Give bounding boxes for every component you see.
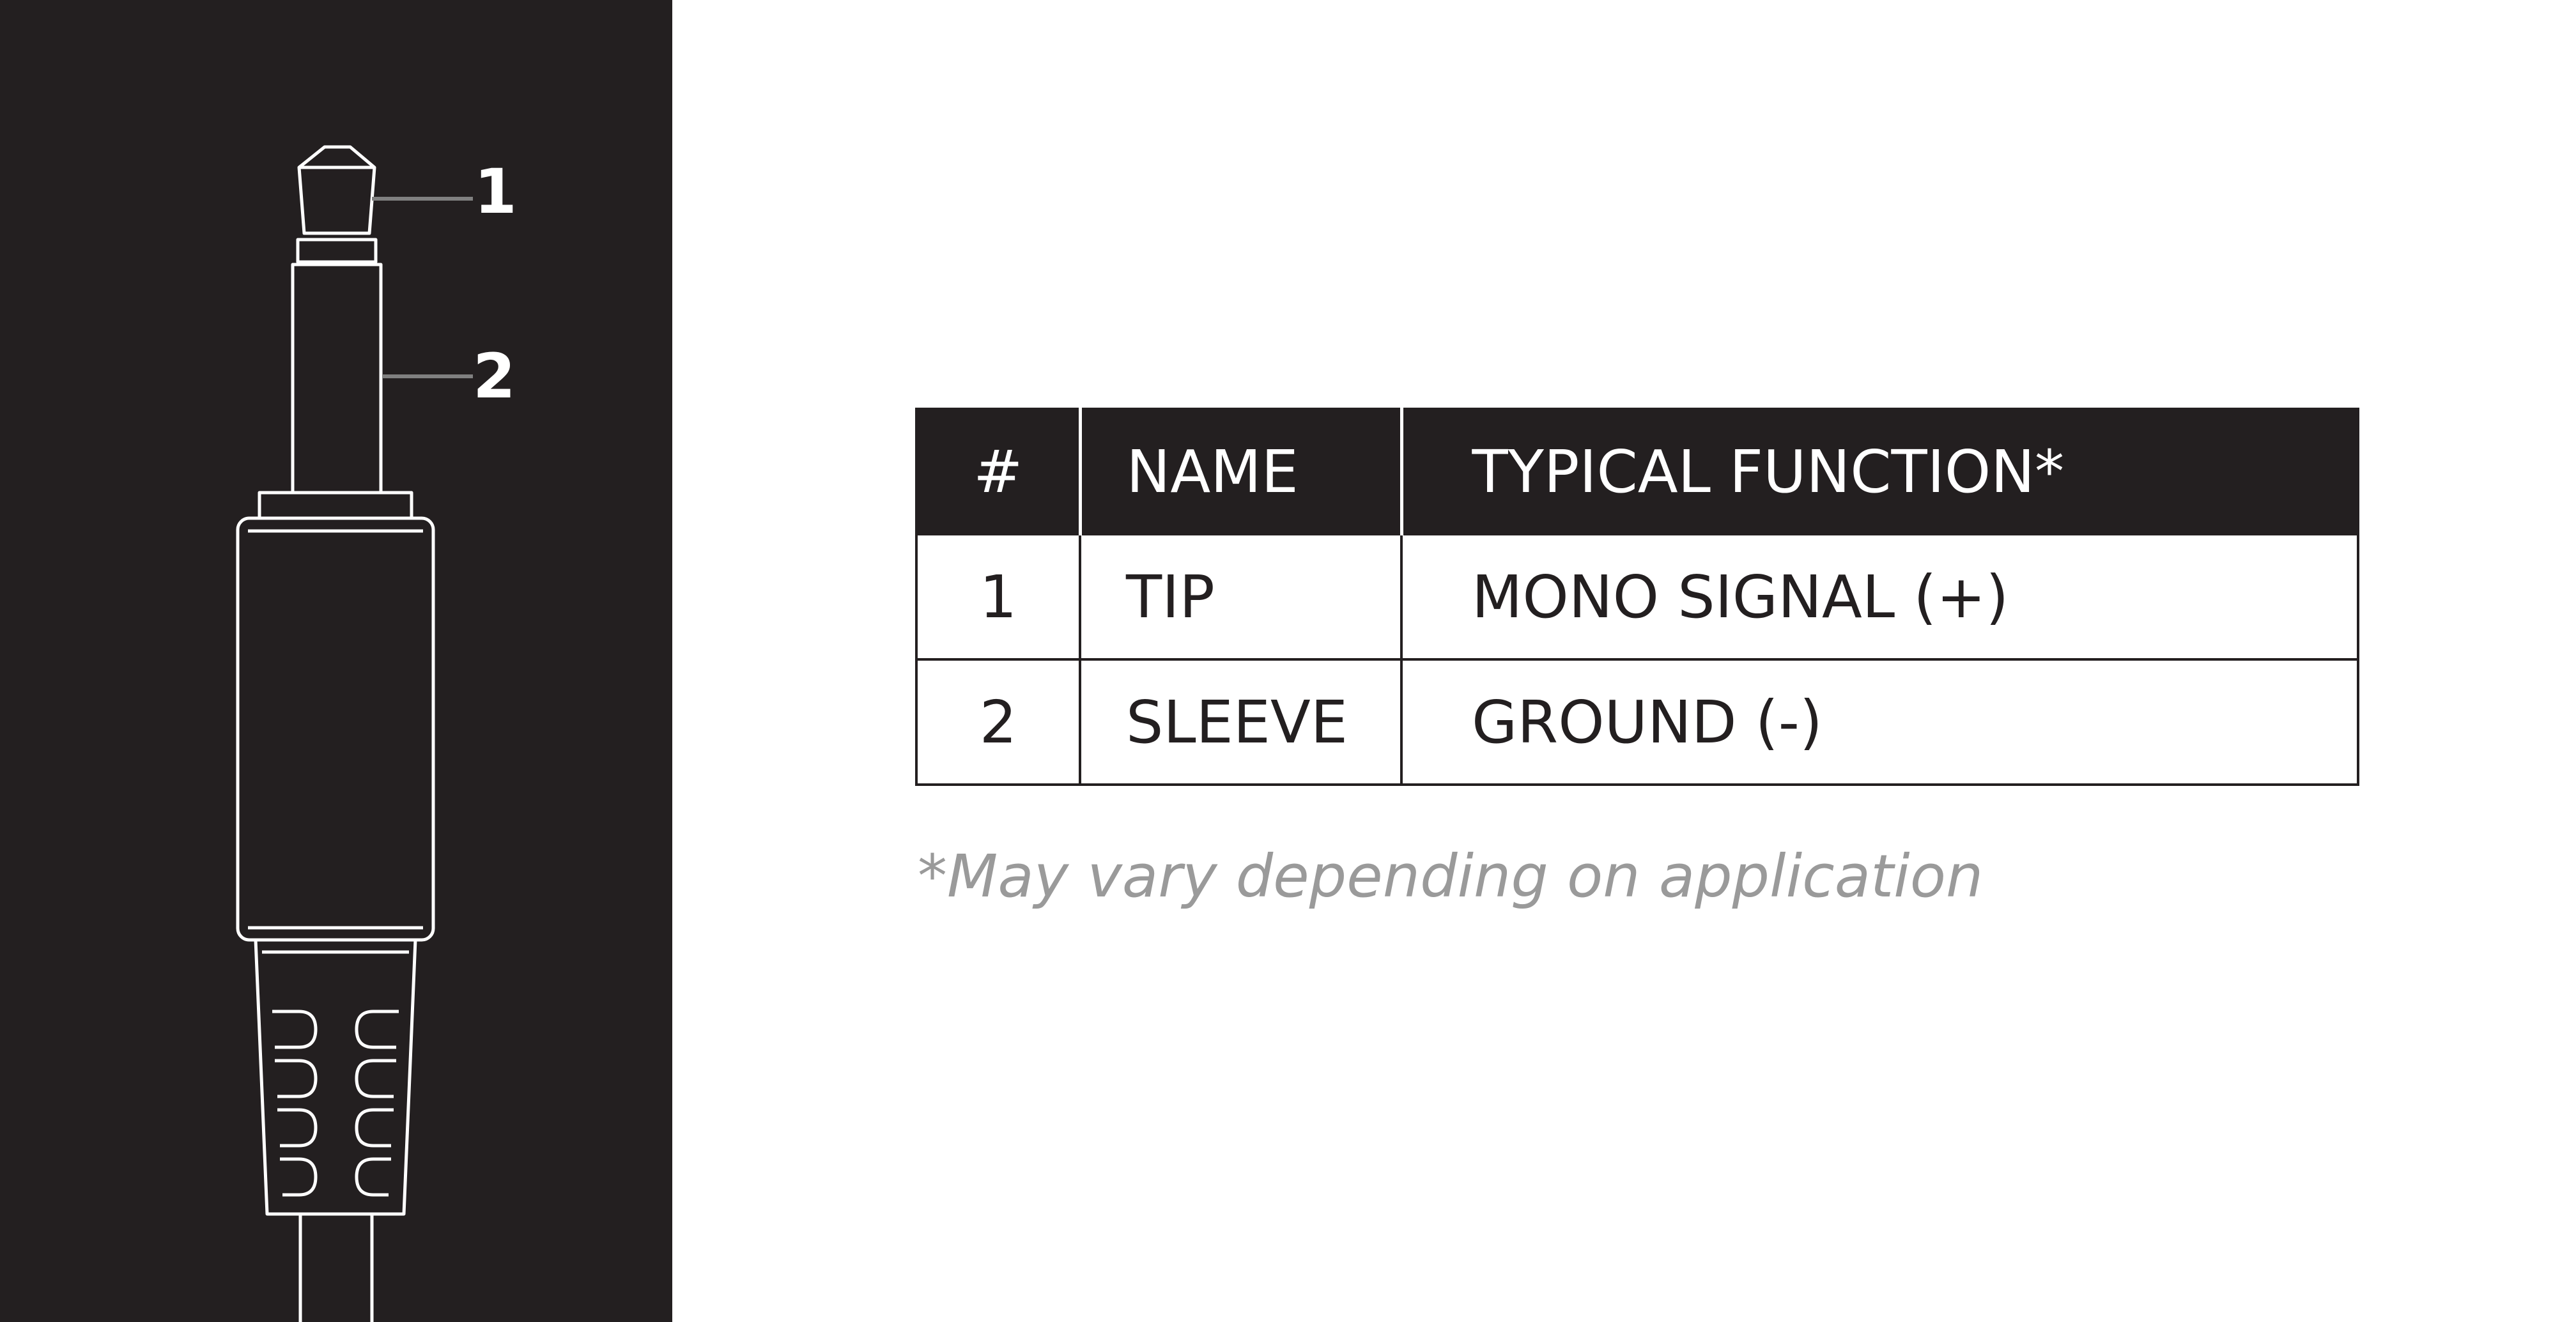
plug-handle-outline — [236, 516, 435, 942]
plug-sleeve-outline — [291, 263, 383, 495]
grip-slot — [355, 1157, 391, 1197]
table-row: 2 SLEEVE GROUND (-) — [915, 658, 2359, 786]
row-name-cell: TIP — [1079, 533, 1403, 661]
grip-slot — [280, 1157, 318, 1197]
grip-slot — [355, 1108, 394, 1148]
header-number: # — [915, 408, 1081, 535]
row-number-cell: 1 — [915, 533, 1081, 661]
footnote: *May vary depending on application — [918, 842, 1984, 911]
plug-collar-outline — [258, 491, 413, 520]
callout-2-number: 2 — [473, 341, 516, 412]
grip-slot — [355, 1010, 399, 1049]
table-row: 1 TIP MONO SIGNAL (+) — [915, 533, 2359, 661]
pinout-table-header: # NAME TYPICAL FUNCTION* — [915, 408, 2359, 535]
header-row: # NAME TYPICAL FUNCTION* — [915, 408, 2359, 535]
row-number-cell: 2 — [915, 658, 1081, 786]
grip-slot — [277, 1108, 318, 1148]
connector-diagram-panel: 1 2 — [0, 0, 672, 1322]
header-typical-function: TYPICAL FUNCTION* — [1400, 408, 2359, 535]
callout-1-number: 1 — [474, 156, 517, 227]
row-function-cell: MONO SIGNAL (+) — [1400, 533, 2359, 661]
page: 1 2 # NAME TYPICAL FUNCTION* 1 TIP MONO … — [0, 0, 2576, 1322]
row-function-cell: GROUND (-) — [1400, 658, 2359, 786]
pinout-table-body: 1 TIP MONO SIGNAL (+) 2 SLEEVE GROUND (-… — [915, 533, 2359, 786]
row-name-cell: SLEEVE — [1079, 658, 1403, 786]
strain-relief-outline — [254, 938, 417, 1216]
pinout-table: # NAME TYPICAL FUNCTION* 1 TIP MONO SIGN… — [915, 408, 2359, 786]
grip-slot — [272, 1010, 318, 1049]
mono-audio-plug-illustration: 1 2 — [236, 145, 517, 1322]
insulating-ring-outline — [296, 238, 378, 264]
grip-slot — [275, 1059, 318, 1098]
grip-slot — [355, 1059, 396, 1098]
header-name: NAME — [1078, 408, 1403, 535]
plug-tip-outline — [297, 145, 376, 235]
